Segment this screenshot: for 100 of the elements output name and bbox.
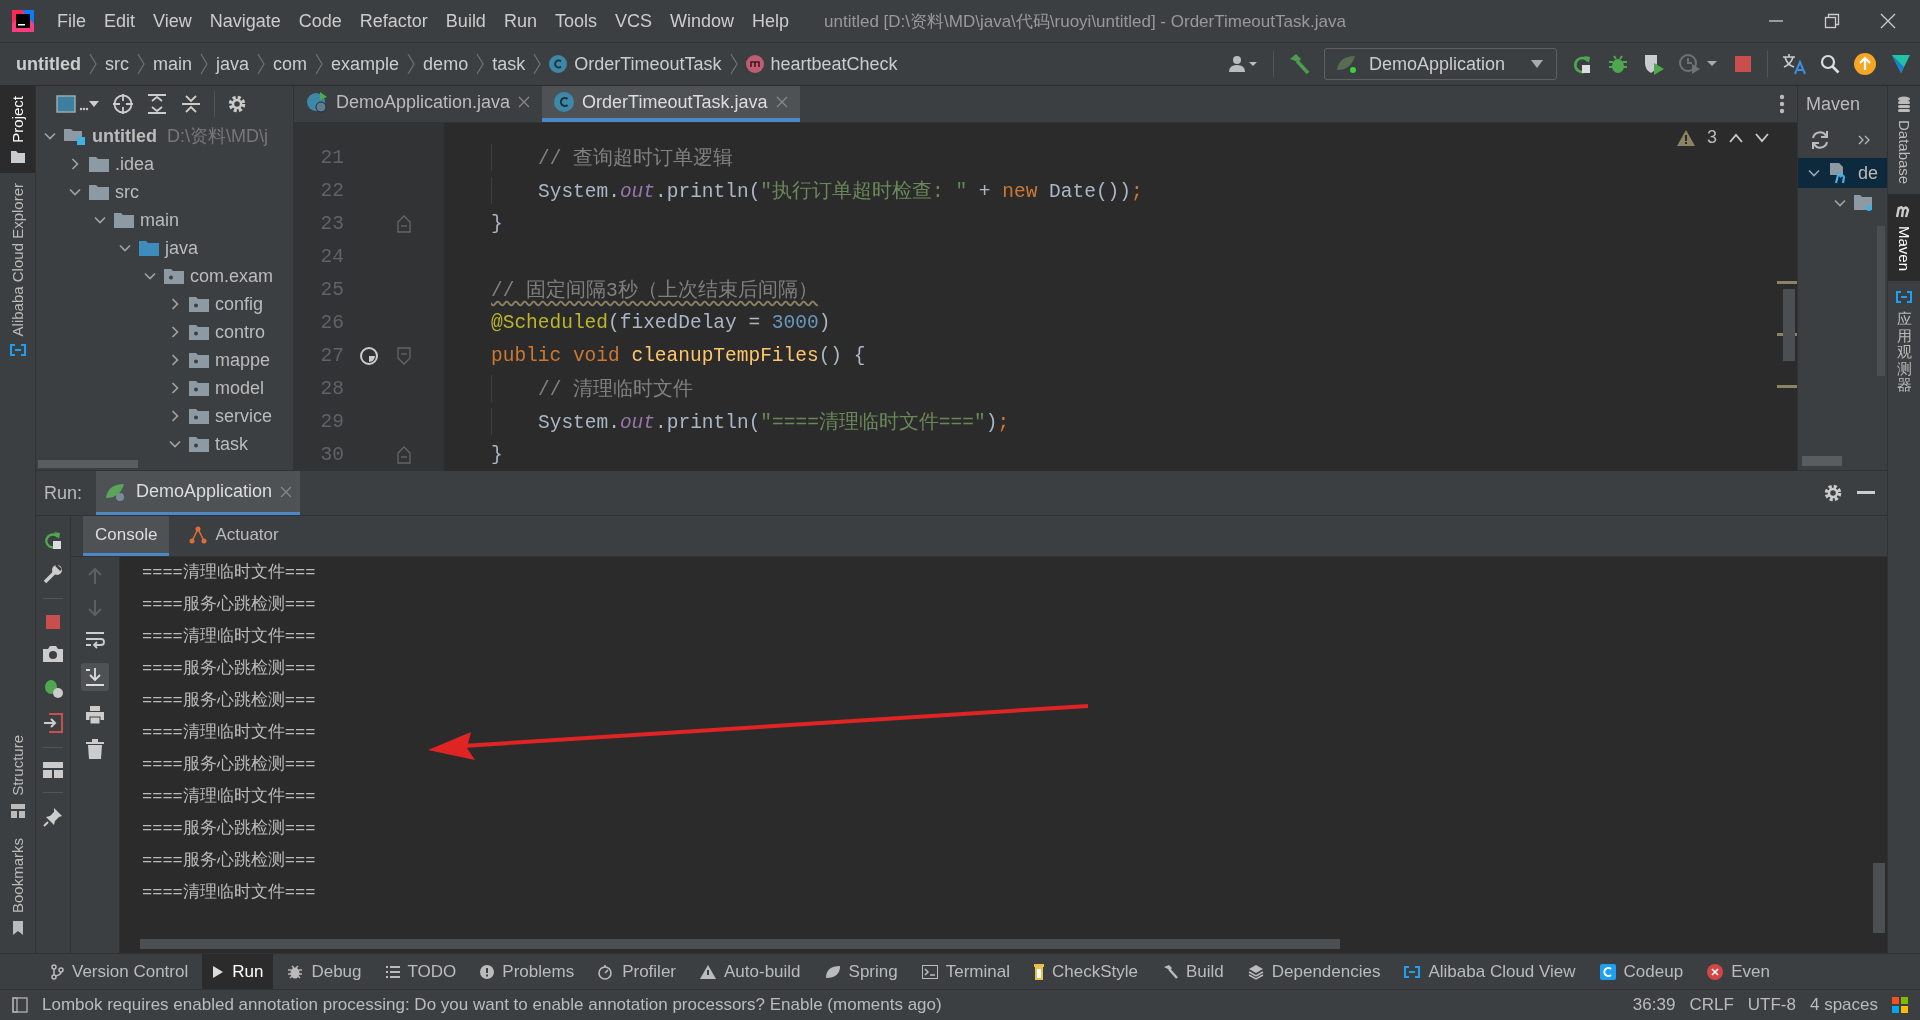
close-icon[interactable] xyxy=(518,96,531,108)
breadcrumb-item[interactable]: src xyxy=(105,53,129,75)
fold-marker-icon[interactable] xyxy=(397,445,411,464)
tool-window-button[interactable]: Alibaba Cloud View xyxy=(1394,954,1586,989)
scrollbar-thumb[interactable] xyxy=(1783,289,1795,361)
menu-item[interactable]: VCS xyxy=(605,10,661,32)
locate-icon[interactable] xyxy=(112,93,134,115)
tool-window-button[interactable]: Dependencies xyxy=(1237,954,1391,989)
tool-window-button[interactable]: Auto-build xyxy=(690,954,811,989)
status-item[interactable]: 4 spaces xyxy=(1809,995,1878,1015)
menu-item[interactable]: Build xyxy=(436,10,495,32)
tree-item[interactable]: mappe xyxy=(215,349,271,371)
tool-window-tab[interactable]: Bookmarks xyxy=(0,827,35,945)
tree-item[interactable]: service xyxy=(215,405,272,427)
menu-item[interactable]: Help xyxy=(743,10,799,32)
breadcrumb-item[interactable]: example xyxy=(331,53,400,75)
login-icon[interactable] xyxy=(43,713,63,733)
breadcrumb-item[interactable]: untitled xyxy=(16,53,81,75)
tool-window-button[interactable]: Version Control xyxy=(40,954,199,989)
update-icon[interactable] xyxy=(1854,53,1876,75)
menu-item[interactable]: Navigate xyxy=(200,10,290,32)
menu-item[interactable]: File xyxy=(48,10,95,32)
translate-icon[interactable] xyxy=(1782,53,1806,75)
tool-window-tab[interactable]: Project xyxy=(0,86,35,173)
settings-icon[interactable] xyxy=(1823,483,1843,503)
status-item[interactable]: UTF-8 xyxy=(1747,995,1796,1015)
wrench-icon[interactable] xyxy=(43,564,63,584)
tree-item[interactable]: contro xyxy=(215,321,266,343)
panel-toggle-icon[interactable] xyxy=(12,997,28,1013)
restore-icon[interactable] xyxy=(1824,13,1840,29)
panel-view-icon[interactable] xyxy=(56,94,100,114)
shield-play-icon[interactable] xyxy=(1643,53,1665,75)
soft-wrap-icon[interactable] xyxy=(85,631,105,649)
rerun-icon[interactable] xyxy=(43,530,63,550)
refresh-icon[interactable] xyxy=(1810,130,1830,150)
tree-item[interactable]: model xyxy=(215,377,265,399)
tree-item[interactable]: .idea xyxy=(115,153,155,175)
run-configuration-dropdown[interactable]: DemoApplication xyxy=(1324,48,1557,80)
tree-item[interactable]: untitled xyxy=(92,125,157,147)
bug-gear-icon[interactable] xyxy=(42,677,64,699)
menu-item[interactable]: Tools xyxy=(545,10,606,32)
close-icon[interactable] xyxy=(1880,13,1896,29)
tool-window-button[interactable]: TODO xyxy=(375,954,467,989)
camera-icon[interactable] xyxy=(42,645,64,663)
collapse-all-icon[interactable] xyxy=(180,93,202,115)
warning-count[interactable]: 3 xyxy=(1707,127,1717,148)
breadcrumb-item[interactable]: com xyxy=(273,53,308,75)
print-icon[interactable] xyxy=(85,705,105,725)
menu-item[interactable]: Edit xyxy=(95,10,145,32)
menu-item[interactable]: Refactor xyxy=(350,10,437,32)
layout-icon[interactable] xyxy=(43,762,63,778)
clock-play-icon[interactable] xyxy=(1679,53,1719,75)
plugin-logo-icon[interactable] xyxy=(1890,53,1912,75)
pin-icon[interactable] xyxy=(43,807,63,827)
tool-window-button[interactable]: Debug xyxy=(277,954,372,989)
scrollbar-thumb[interactable] xyxy=(1873,863,1885,933)
breadcrumb-item[interactable]: task xyxy=(492,53,526,75)
breadcrumb-item[interactable]: OrderTimeoutTask xyxy=(574,53,722,75)
tool-window-button[interactable]: Run xyxy=(202,954,274,989)
scrollbar-thumb[interactable] xyxy=(140,939,1340,949)
breadcrumb-item[interactable]: java xyxy=(216,53,250,75)
breadcrumb-item[interactable]: heartbeatCheck xyxy=(770,53,898,75)
expand-all-icon[interactable] xyxy=(146,93,168,115)
status-item[interactable]: CRLF xyxy=(1689,995,1734,1015)
tree-item[interactable]: config xyxy=(215,293,264,315)
fold-marker-icon[interactable] xyxy=(397,214,411,233)
search-icon[interactable] xyxy=(1820,54,1840,74)
tree-item[interactable]: java xyxy=(165,237,199,259)
double-chevron-icon[interactable] xyxy=(1858,135,1870,145)
tree-item[interactable]: main xyxy=(140,209,179,231)
console-tab[interactable]: Console xyxy=(83,516,170,556)
editor-tab[interactable]: DemoApplication.java xyxy=(294,86,543,122)
breadcrumb-item[interactable]: main xyxy=(153,53,192,75)
tool-window-button[interactable]: Spring xyxy=(814,954,908,989)
tool-window-button[interactable]: Codeup xyxy=(1589,954,1694,989)
tree-item[interactable]: de xyxy=(1858,162,1879,184)
tool-window-tab[interactable]: Structure xyxy=(0,725,35,828)
more-options-icon[interactable] xyxy=(1779,94,1785,114)
run-tab[interactable]: DemoApplication xyxy=(96,471,301,515)
tool-window-button[interactable]: CheckStyle xyxy=(1023,954,1148,989)
settings-icon[interactable] xyxy=(227,94,247,114)
rerun-icon[interactable] xyxy=(1571,53,1593,75)
scrollbar-thumb[interactable] xyxy=(38,460,138,468)
editor-tab[interactable]: OrderTimeoutTask.java xyxy=(542,86,800,122)
console-tab[interactable]: Actuator xyxy=(177,516,291,556)
tool-window-tab[interactable]: Database xyxy=(1888,86,1920,195)
scrollbar-thumb[interactable] xyxy=(1802,456,1842,466)
breadcrumb-item[interactable]: demo xyxy=(423,53,469,75)
user-icon[interactable] xyxy=(1229,55,1259,73)
bug-icon[interactable] xyxy=(1607,53,1629,75)
minimize-icon[interactable] xyxy=(1857,491,1875,495)
status-item[interactable]: 36:39 xyxy=(1632,995,1676,1015)
tree-item[interactable]: com.exam xyxy=(190,265,274,287)
tool-window-button[interactable]: Build xyxy=(1151,954,1234,989)
fold-marker-icon[interactable] xyxy=(397,346,411,365)
menu-item[interactable]: View xyxy=(144,10,201,32)
menu-item[interactable]: Window xyxy=(660,10,743,32)
menu-item[interactable]: Code xyxy=(289,10,351,32)
tool-window-tab[interactable]: 应用观测器 xyxy=(1888,281,1920,404)
tool-window-button[interactable]: Terminal xyxy=(911,954,1020,989)
